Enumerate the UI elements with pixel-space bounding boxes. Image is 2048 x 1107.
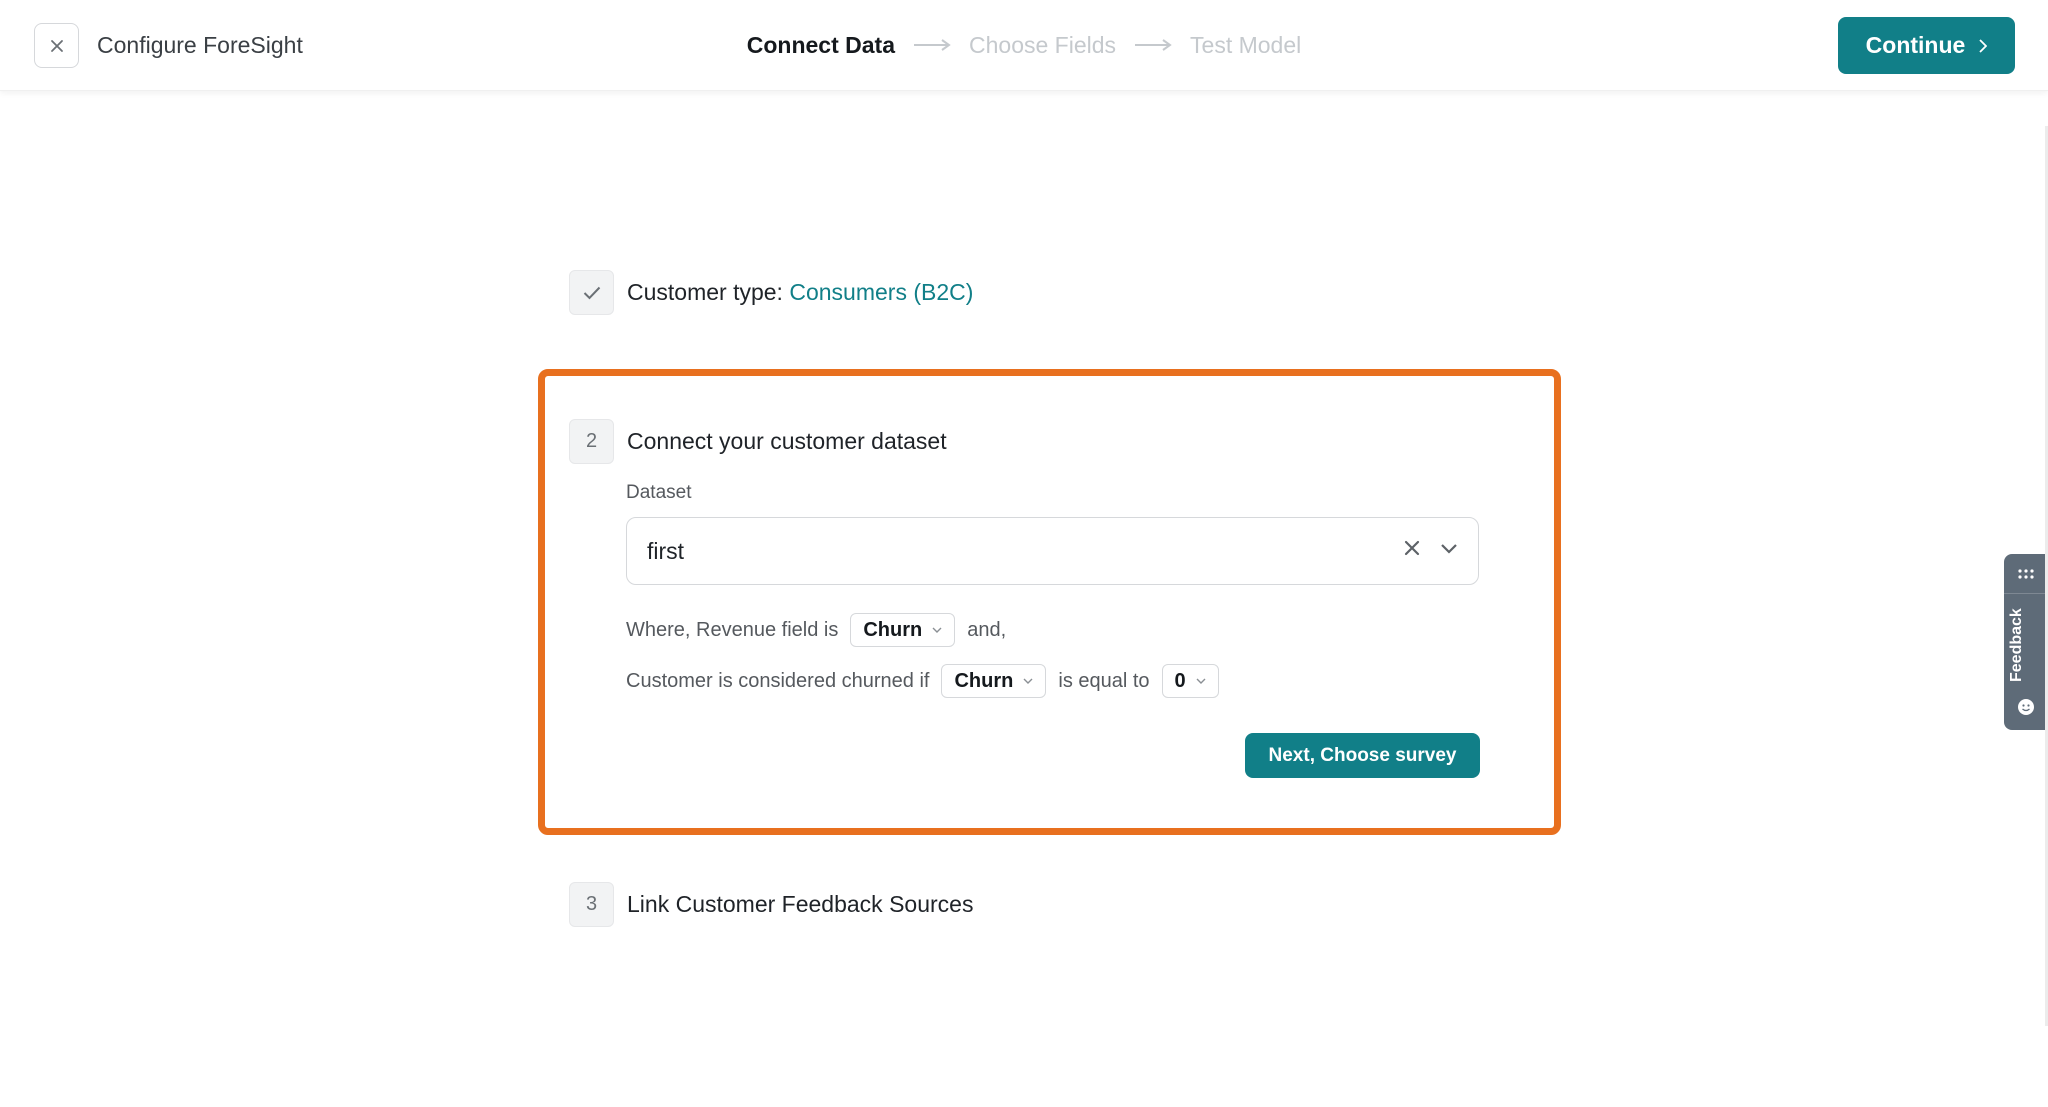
step-choose-fields[interactable]: Choose Fields	[969, 29, 1116, 61]
dataset-select[interactable]: first	[626, 517, 1479, 585]
dataset-label: Dataset	[626, 482, 692, 503]
feedback-tab[interactable]: Feedback	[2004, 554, 2048, 730]
step-connect-data[interactable]: Connect Data	[747, 29, 895, 61]
customer-type-label: Customer type: Consumers (B2C)	[627, 279, 974, 305]
clear-icon[interactable]	[1404, 540, 1420, 561]
step-test-model[interactable]: Test Model	[1190, 29, 1301, 61]
wizard-stepper: Connect Data Choose Fields Test Model	[0, 29, 2048, 61]
top-bar: Configure ForeSight Connect Data Choose …	[0, 0, 2048, 91]
next-choose-survey-button[interactable]: Next, Choose survey	[1245, 733, 1480, 778]
revenue-prefix: Where, Revenue field is	[626, 618, 839, 641]
step-number-badge: 2	[569, 419, 614, 464]
step-number-badge: 3	[569, 882, 614, 927]
dataset-value: first	[647, 537, 685, 564]
chevron-down-icon	[1196, 678, 1206, 684]
continue-button[interactable]: Continue	[1838, 17, 2015, 74]
step-connect-dataset: 2 Connect your customer dataset	[569, 419, 947, 464]
smiley-icon	[2018, 699, 2034, 715]
continue-label: Continue	[1865, 32, 1966, 58]
revenue-condition-row: Where, Revenue field is Churn and,	[626, 613, 1006, 647]
chevron-right-icon	[1979, 38, 1988, 53]
churn-condition-row: Customer is considered churned if Churn …	[626, 664, 1219, 698]
step-badge	[569, 270, 614, 315]
churn-field-select[interactable]: Churn	[941, 664, 1047, 698]
step-title: Connect your customer dataset	[627, 428, 947, 454]
churn-prefix: Customer is considered churned if	[626, 669, 930, 692]
churn-middle: is equal to	[1058, 669, 1150, 692]
step-customer-type[interactable]: Customer type: Consumers (B2C)	[569, 270, 973, 315]
arrow-right-icon	[1134, 38, 1172, 52]
feedback-label: Feedback	[2008, 608, 2025, 682]
step-title: Link Customer Feedback Sources	[627, 891, 974, 917]
revenue-field-select[interactable]: Churn	[850, 613, 956, 647]
chevron-down-icon[interactable]	[1440, 542, 1458, 560]
chevron-down-icon	[1023, 678, 1033, 684]
step-link-feedback[interactable]: 3 Link Customer Feedback Sources	[569, 882, 973, 927]
check-icon	[583, 286, 600, 299]
churn-value-select[interactable]: 0	[1161, 664, 1219, 698]
chevron-down-icon	[932, 627, 942, 633]
arrow-right-icon	[913, 38, 951, 52]
revenue-suffix: and,	[967, 618, 1007, 641]
customer-type-value: Consumers (B2C)	[789, 279, 974, 305]
